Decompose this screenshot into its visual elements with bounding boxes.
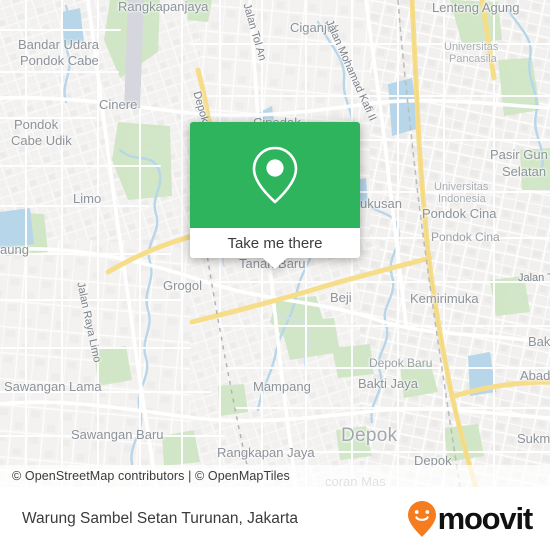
moovit-smiley-pin-icon	[407, 500, 436, 537]
map-viewport[interactable]: Rangkapanjaya Lenteng Agung Ciganjur Bandar…	[0, 0, 550, 487]
callout-pointer	[263, 258, 287, 269]
moovit-logo[interactable]: moovit	[407, 500, 550, 538]
map-attribution-text[interactable]: © OpenStreetMap contributors | © OpenMap…	[0, 469, 290, 483]
map-pin-icon	[252, 146, 298, 204]
moovit-wordmark: moovit	[437, 500, 534, 536]
page-footer: Warung Sambel Setan Turunan, Jakarta moo…	[0, 487, 550, 550]
footer-place-title: Warung Sambel Setan Turunan, Jakarta	[22, 509, 298, 527]
take-me-there-label: Take me there	[227, 234, 323, 252]
location-callout-card[interactable]: Take me there	[190, 122, 360, 269]
callout-header	[190, 122, 360, 228]
map-attribution-bar: © OpenStreetMap contributors | © OpenMap…	[0, 465, 550, 487]
map-page: Rangkapanjaya Lenteng Agung Ciganjur Bandar…	[0, 0, 550, 550]
take-me-there-button[interactable]: Take me there	[190, 228, 360, 258]
